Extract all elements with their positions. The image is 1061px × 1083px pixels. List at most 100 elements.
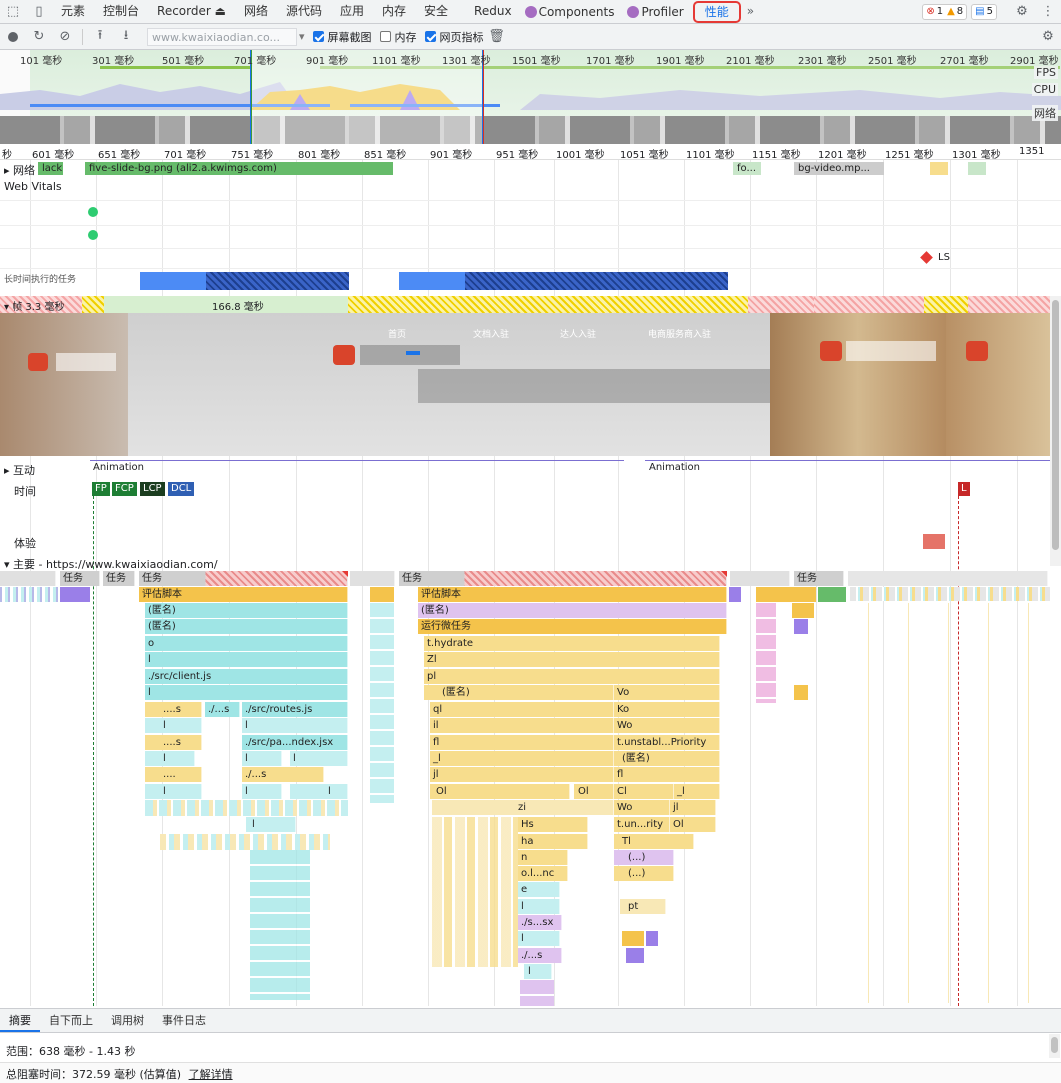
- tab-summary[interactable]: 摘要: [0, 1009, 40, 1032]
- inspect-element-icon[interactable]: ⬚: [0, 0, 26, 24]
- call-frame[interactable]: (...): [614, 866, 674, 881]
- message-badge[interactable]: ▤ 5: [971, 3, 997, 20]
- fp-marker[interactable]: FP: [92, 482, 110, 496]
- call-frame[interactable]: Vo: [614, 685, 720, 700]
- dcl-marker[interactable]: DCL: [168, 482, 195, 496]
- frame-screenshot[interactable]: [770, 313, 946, 456]
- call-frame[interactable]: 评估脚本: [418, 587, 727, 602]
- call-frame[interactable]: l: [145, 685, 348, 700]
- call-frame[interactable]: Ol: [574, 784, 614, 799]
- call-frame[interactable]: pl: [424, 669, 720, 684]
- call-frame[interactable]: l: [145, 751, 195, 766]
- tab-console[interactable]: 控制台: [94, 0, 148, 24]
- tab-redux[interactable]: Redux: [465, 0, 521, 24]
- memory-checkbox[interactable]: 内存: [379, 29, 417, 45]
- call-frame[interactable]: ....s: [145, 735, 202, 750]
- learn-more-link[interactable]: 了解详情: [189, 1068, 233, 1081]
- tab-call-tree[interactable]: 调用树: [102, 1009, 153, 1032]
- load-marker[interactable]: L: [958, 482, 970, 496]
- call-frame[interactable]: fl: [614, 767, 720, 782]
- call-frame[interactable]: il: [430, 718, 614, 733]
- call-frame[interactable]: l: [145, 718, 202, 733]
- kebab-menu-icon[interactable]: ⋮: [1035, 0, 1061, 24]
- call-frame[interactable]: l: [246, 817, 296, 832]
- call-frame[interactable]: o.l...nc: [518, 866, 568, 881]
- lcp-marker[interactable]: LCP: [140, 482, 165, 496]
- webvitals-checkbox[interactable]: 网页指标: [424, 29, 484, 45]
- call-frame[interactable]: Wo: [614, 718, 720, 733]
- call-frame[interactable]: Ol: [670, 817, 716, 832]
- lcp-vital-dot[interactable]: [88, 230, 98, 240]
- call-frame[interactable]: Zl: [424, 652, 720, 667]
- download-profile-icon[interactable]: ⭳: [113, 25, 139, 49]
- chevron-down-icon[interactable]: ▾: [299, 30, 305, 43]
- network-request[interactable]: lack: [38, 162, 63, 175]
- tab-components[interactable]: Components: [521, 0, 624, 24]
- screenshots-checkbox[interactable]: 屏幕截图: [312, 29, 372, 45]
- tab-event-log[interactable]: 事件日志: [153, 1009, 215, 1032]
- error-badge[interactable]: ⊗ 1 ▲ 8: [922, 3, 968, 20]
- call-frame[interactable]: ./src/pa...ndex.jsx: [242, 735, 348, 750]
- capture-settings-gear-icon[interactable]: ⚙: [1035, 25, 1061, 49]
- call-frame[interactable]: _l: [430, 751, 614, 766]
- call-frame[interactable]: l: [242, 718, 348, 733]
- tab-memory[interactable]: 内存: [373, 0, 415, 24]
- call-frame[interactable]: (匿名): [614, 751, 720, 766]
- call-frame[interactable]: zi: [432, 800, 614, 815]
- layout-shift-diamond[interactable]: [920, 251, 933, 264]
- call-frame[interactable]: e: [518, 882, 560, 897]
- call-frame[interactable]: Ko: [614, 702, 720, 717]
- fcp-vital-dot[interactable]: [88, 207, 98, 217]
- layout-shift-block[interactable]: [923, 534, 945, 549]
- call-frame[interactable]: fl: [430, 735, 614, 750]
- tab-bottom-up[interactable]: 自下而上: [40, 1009, 102, 1032]
- call-frame[interactable]: (匿名): [424, 685, 614, 700]
- animation-event[interactable]: Animation: [649, 462, 700, 473]
- scrollbar-track[interactable]: [1050, 296, 1061, 566]
- network-request[interactable]: fo...: [733, 162, 761, 175]
- call-frame[interactable]: l: [290, 751, 348, 766]
- network-request[interactable]: bg-video.mp...: [794, 162, 884, 175]
- scrollbar-thumb[interactable]: [1052, 300, 1059, 550]
- call-frame[interactable]: l: [524, 964, 552, 979]
- tab-elements[interactable]: 元素: [52, 0, 94, 24]
- call-frame[interactable]: l: [145, 652, 348, 667]
- call-frame[interactable]: Tl: [614, 834, 694, 849]
- call-frame[interactable]: ./...s: [242, 767, 324, 782]
- call-frame[interactable]: l: [145, 784, 202, 799]
- main-thread-label[interactable]: ▾ 主要 - https://www.kwaixiaodian.com/: [4, 556, 218, 572]
- network-request[interactable]: five-slide-bg.png (ali2.a.kwimgs.com): [85, 162, 393, 175]
- clear-icon[interactable]: ⊘: [52, 25, 78, 49]
- call-frame[interactable]: ./src/client.js: [145, 669, 348, 684]
- call-frame[interactable]: t.unstabl...Priority: [614, 735, 720, 750]
- call-frame[interactable]: (匿名): [145, 619, 348, 634]
- call-frame[interactable]: Hs: [518, 817, 588, 832]
- animation-event[interactable]: Animation: [93, 462, 144, 473]
- reload-record-icon[interactable]: ↻: [26, 25, 52, 49]
- call-frame[interactable]: ./...s: [205, 702, 240, 717]
- call-frame[interactable]: ./s...sx: [518, 915, 562, 930]
- recording-select[interactable]: www.kwaixiaodian.co...: [147, 27, 297, 46]
- interactions-track-label[interactable]: ▸ 互动: [4, 462, 35, 478]
- call-frame[interactable]: ql: [430, 702, 614, 717]
- task-bar[interactable]: 任务: [794, 571, 844, 586]
- call-frame[interactable]: ha: [518, 834, 588, 849]
- call-frame[interactable]: ./src/routes.js: [242, 702, 348, 717]
- call-frame[interactable]: l: [242, 751, 282, 766]
- call-frame[interactable]: jl: [430, 767, 614, 782]
- long-task-over[interactable]: [206, 272, 349, 290]
- call-frame[interactable]: pt: [620, 899, 666, 914]
- record-icon[interactable]: [0, 25, 26, 49]
- device-toolbar-icon[interactable]: ▯: [26, 0, 52, 24]
- garbage-collect-icon[interactable]: 🗑: [484, 25, 510, 49]
- frame-screenshot[interactable]: [0, 313, 128, 456]
- frame-screenshot[interactable]: [946, 313, 1050, 456]
- call-frame[interactable]: jl: [670, 800, 716, 815]
- call-frame[interactable]: (匿名): [145, 603, 348, 618]
- tab-application[interactable]: 应用: [331, 0, 373, 24]
- more-tabs-button[interactable]: »: [741, 0, 760, 24]
- task-bar[interactable]: 任务: [103, 571, 135, 586]
- tab-network[interactable]: 网络: [235, 0, 277, 24]
- frames-track-label[interactable]: ▾ 帧 3.3 毫秒: [4, 298, 64, 313]
- long-task[interactable]: [140, 272, 206, 290]
